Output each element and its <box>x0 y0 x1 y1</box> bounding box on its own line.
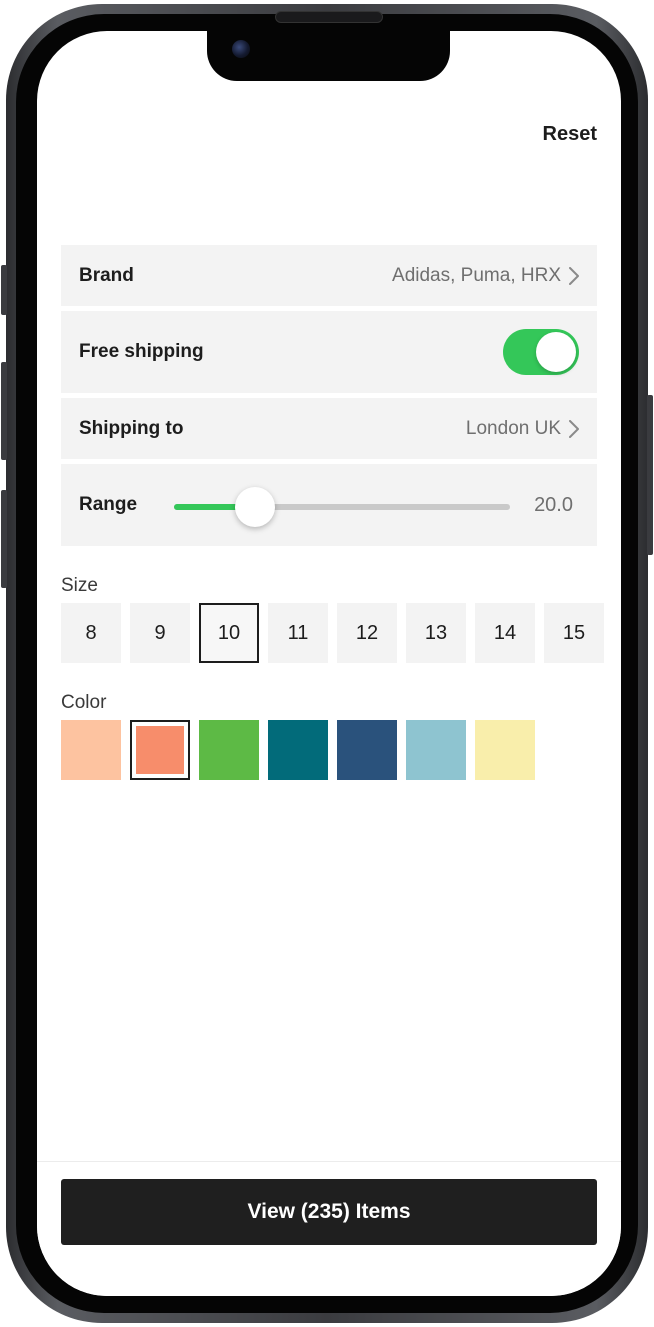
color-swatch-5[interactable] <box>337 720 397 780</box>
free-shipping-toggle[interactable] <box>503 329 579 375</box>
size-title: Size <box>61 575 98 596</box>
color-swatch-4[interactable] <box>268 720 328 780</box>
speaker-grille <box>275 11 383 23</box>
chevron-right-icon <box>569 419 579 438</box>
color-swatch-2[interactable] <box>130 720 190 780</box>
brand-value-text: Adidas, Puma, HRX <box>392 264 561 286</box>
shipping-to-value-text: London UK <box>465 417 561 439</box>
range-slider-thumb[interactable] <box>235 487 275 527</box>
chevron-right-icon <box>569 266 579 285</box>
size-option-12[interactable]: 12 <box>337 603 397 663</box>
size-options: 8 9 10 11 12 13 14 15 <box>61 603 604 663</box>
free-shipping-label: Free shipping <box>79 341 204 362</box>
volume-down-button <box>1 490 7 588</box>
color-swatch-7[interactable] <box>475 720 535 780</box>
volume-up-button <box>1 362 7 460</box>
shipping-to-value: London UK <box>466 418 579 440</box>
size-option-9[interactable]: 9 <box>130 603 190 663</box>
shipping-to-label: Shipping to <box>79 417 184 439</box>
view-items-button[interactable]: View (235) Items <box>61 1179 597 1245</box>
color-swatch-3[interactable] <box>199 720 259 780</box>
size-option-14[interactable]: 14 <box>475 603 535 663</box>
size-option-15[interactable]: 15 <box>544 603 604 663</box>
screen: Reset Brand Adidas, Puma, HRX Free shipp… <box>37 31 621 1296</box>
color-swatch-1[interactable] <box>61 720 121 780</box>
range-value: 20.0 <box>534 494 573 516</box>
free-shipping-row: Free shipping <box>61 311 597 393</box>
color-options <box>61 720 535 780</box>
range-row: Range 20.0 <box>61 464 597 546</box>
brand-row[interactable]: Brand Adidas, Puma, HRX <box>61 245 597 306</box>
range-label: Range <box>79 494 138 515</box>
color-swatch-6[interactable] <box>406 720 466 780</box>
reset-button[interactable]: Reset <box>543 123 597 146</box>
brand-label: Brand <box>79 264 134 286</box>
range-slider[interactable] <box>174 487 510 527</box>
color-title: Color <box>61 692 107 713</box>
front-camera <box>232 40 250 58</box>
toggle-knob <box>536 332 576 372</box>
size-option-10[interactable]: 10 <box>199 603 259 663</box>
shipping-to-row[interactable]: Shipping to London UK <box>61 398 597 459</box>
silent-switch <box>1 265 7 315</box>
size-option-8[interactable]: 8 <box>61 603 121 663</box>
size-option-11[interactable]: 11 <box>268 603 328 663</box>
size-option-13[interactable]: 13 <box>406 603 466 663</box>
brand-value: Adidas, Puma, HRX <box>392 265 579 287</box>
power-button <box>647 395 653 555</box>
color-swatch-fill <box>136 726 184 774</box>
